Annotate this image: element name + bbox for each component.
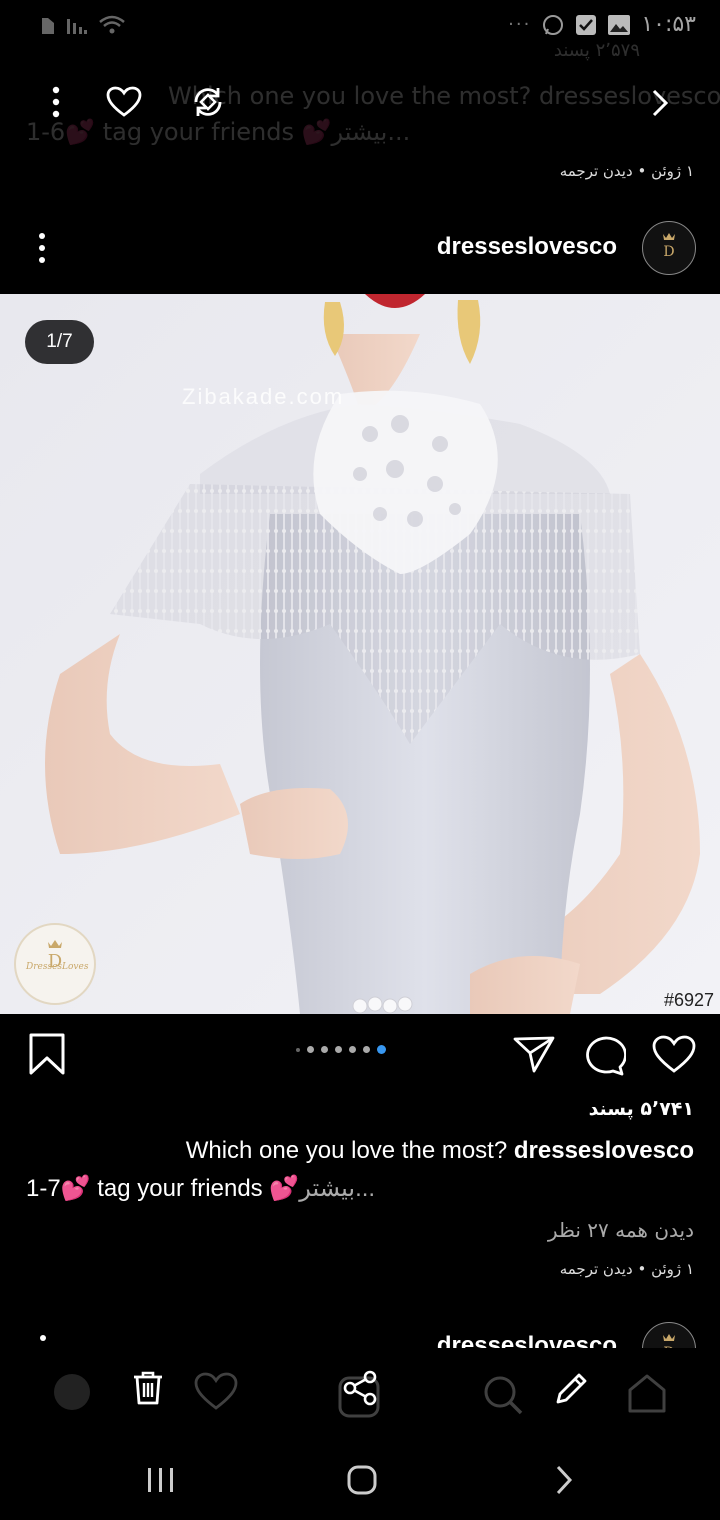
caption-line-1: Which one you love the most? dresseslove… xyxy=(186,1137,694,1165)
check-box-icon xyxy=(576,14,597,35)
image-viewer-toolbar xyxy=(0,56,720,146)
caption-username[interactable]: dresseslovesco xyxy=(514,1137,694,1164)
like-heart-icon[interactable] xyxy=(652,1035,696,1075)
svg-text:D: D xyxy=(663,1345,674,1348)
profile-icon xyxy=(54,1374,90,1410)
share-send-icon[interactable] xyxy=(512,1034,556,1074)
home-button-icon[interactable] xyxy=(346,1464,378,1496)
post-options-icon[interactable] xyxy=(36,232,48,264)
carousel-counter: 1/7 xyxy=(25,320,94,364)
activity-heart-icon xyxy=(194,1372,238,1410)
carousel-dots xyxy=(296,1045,386,1054)
caption-line-2: 1-7💕 tag your friends 💕بیشتر... xyxy=(26,1174,375,1203)
previous-date: ۱ ژوئن xyxy=(651,162,694,180)
save-bookmark-icon[interactable] xyxy=(28,1032,66,1076)
system-navigation-bar xyxy=(0,1440,720,1520)
clock: ۱۰:۵۳ xyxy=(641,12,696,37)
dress-photo: D xyxy=(0,294,720,1014)
home-icon xyxy=(628,1374,666,1413)
svg-text:D: D xyxy=(663,244,674,260)
translate-link[interactable]: دیدن ترجمه xyxy=(560,1260,633,1278)
avatar-logo-icon: D xyxy=(663,233,675,260)
next-post-header: dresseslovesco D xyxy=(0,1320,720,1348)
carousel-dot-active xyxy=(377,1045,386,1054)
signal-icon xyxy=(67,19,87,34)
status-right-icons: ··· ۱۰:۵۳ xyxy=(508,12,696,37)
carousel-dot xyxy=(335,1046,342,1053)
whatsapp-icon xyxy=(543,14,564,35)
avatar[interactable]: D xyxy=(642,221,696,275)
rotate-icon[interactable] xyxy=(188,82,228,122)
next-post-username[interactable]: dresseslovesco xyxy=(437,1332,617,1348)
back-chevron-icon[interactable] xyxy=(554,1464,574,1496)
search-icon xyxy=(484,1376,523,1415)
recent-apps-icon[interactable] xyxy=(146,1466,176,1494)
chevron-right-icon[interactable] xyxy=(650,88,670,118)
status-left-icons xyxy=(40,14,126,36)
carousel-dot xyxy=(296,1047,300,1052)
more-notifications-icon: ··· xyxy=(508,14,532,35)
next-post-avatar[interactable]: D xyxy=(642,1322,696,1348)
post-username[interactable]: dresseslovesco xyxy=(437,233,617,261)
carousel-dot xyxy=(349,1046,356,1053)
delete-trash-icon[interactable] xyxy=(132,1370,164,1406)
post-date: ۱ ژوئن xyxy=(651,1260,694,1278)
caption-tag-friends: tag your friends xyxy=(97,1175,263,1202)
likes-count[interactable]: ۵٬۷۴۱ پسند xyxy=(589,1098,694,1120)
carousel-dot xyxy=(321,1046,328,1053)
previous-post-meta: ۱ ژوئن • دیدن ترجمه xyxy=(560,162,694,180)
logo-watermark-text: DressesLoves xyxy=(26,962,89,972)
caption-more-link[interactable]: بیشتر... xyxy=(299,1175,375,1202)
post-meta: ۱ ژوئن • دیدن ترجمه xyxy=(560,1260,694,1278)
caption-question: Which one you love the most? xyxy=(185,1137,508,1164)
carousel-dot xyxy=(363,1046,370,1053)
favorite-icon[interactable] xyxy=(106,86,142,118)
watermark-text: Zibakade.com xyxy=(182,384,345,409)
image-tag-number: #6927 xyxy=(663,990,714,1010)
sim-icon xyxy=(42,18,54,34)
previous-translate-link[interactable]: دیدن ترجمه xyxy=(560,162,633,180)
gallery-icon xyxy=(608,14,631,35)
avatar-logo-icon: D xyxy=(663,1334,675,1348)
two-hearts-icon: 💕 xyxy=(269,1175,300,1202)
meta-separator: • xyxy=(637,162,647,180)
meta-separator: • xyxy=(637,1260,647,1278)
carousel-dot xyxy=(307,1046,314,1053)
two-hearts-icon: 💕 xyxy=(60,1175,91,1202)
share-icon[interactable] xyxy=(342,1370,378,1406)
comment-icon[interactable] xyxy=(582,1034,626,1076)
bottom-toolbar xyxy=(0,1350,720,1430)
edit-pencil-icon[interactable] xyxy=(554,1370,590,1406)
caption-count: 1-7 xyxy=(26,1175,61,1202)
more-options-icon[interactable] xyxy=(48,86,64,120)
next-post-options-icon[interactable] xyxy=(38,1334,48,1348)
view-all-comments-link[interactable]: دیدن همه ۲۷ نظر xyxy=(548,1218,694,1242)
post-image[interactable]: D xyxy=(0,294,720,1014)
wifi-icon xyxy=(99,15,125,34)
